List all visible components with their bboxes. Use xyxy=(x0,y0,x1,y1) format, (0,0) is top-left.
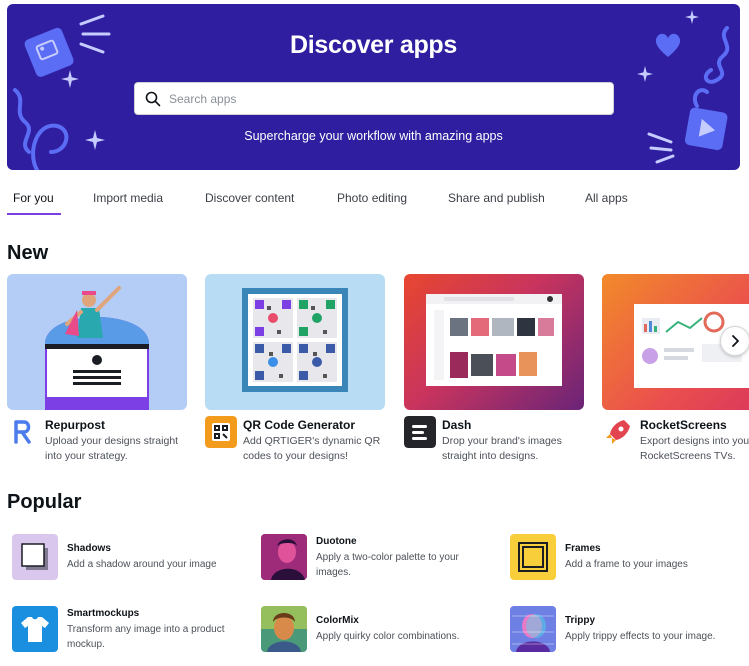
app-description: Add a frame to your images xyxy=(565,559,688,570)
app-description: Export designs into your RocketScreens T… xyxy=(640,435,749,462)
app-item-trippy[interactable]: Trippy Apply trippy effects to your imag… xyxy=(510,606,745,654)
app-name: Shadows xyxy=(67,543,111,554)
app-card-repurpost[interactable]: Repurpost Upload your designs straight i… xyxy=(7,274,187,469)
app-thumbnail xyxy=(205,274,385,410)
app-name: QR Code Generator xyxy=(243,418,356,432)
trippy-thumbnail xyxy=(510,606,556,652)
page-title: Discover apps xyxy=(289,31,457,59)
repurpost-logo xyxy=(7,416,39,448)
app-name: RocketScreens xyxy=(640,418,727,432)
app-item-frames[interactable]: Frames Add a frame to your images xyxy=(510,534,745,582)
sparkle-icon xyxy=(61,70,79,88)
app-name: Frames xyxy=(565,543,601,554)
app-name: Repurpost xyxy=(45,418,105,432)
carousel-next-button[interactable] xyxy=(720,326,749,356)
shadows-icon xyxy=(12,534,58,580)
tab-discover-content[interactable]: Discover content xyxy=(205,186,294,215)
search-input[interactable] xyxy=(169,83,599,114)
app-description: Apply quirky color combinations. xyxy=(316,631,460,642)
tshirt-icon xyxy=(12,606,58,652)
app-item-colormix[interactable]: ColorMix Apply quirky color combinations… xyxy=(261,606,496,654)
app-description: Add QRTIGER's dynamic QR codes to your d… xyxy=(243,435,381,462)
sparkle-icon xyxy=(685,10,699,24)
squiggle-icon xyxy=(13,88,69,170)
hero-banner: Discover apps Supercharge your workflow … xyxy=(7,4,740,170)
section-title-popular: Popular xyxy=(7,491,82,513)
app-name: ColorMix xyxy=(316,615,359,626)
app-description: Add a shadow around your image xyxy=(67,559,217,570)
app-name: Smartmockups xyxy=(67,608,140,619)
app-item-shadows[interactable]: Shadows Add a shadow around your image xyxy=(12,534,247,582)
rocket-logo xyxy=(602,416,634,448)
search-bar[interactable] xyxy=(134,82,614,115)
app-card-rocketscreens[interactable]: RocketScreens Export designs into your R… xyxy=(602,274,749,469)
search-icon xyxy=(145,91,161,107)
frames-icon xyxy=(510,534,556,580)
app-thumbnail xyxy=(404,274,584,410)
app-item-smartmockups[interactable]: Smartmockups Transform any image into a … xyxy=(12,606,247,654)
tab-all-apps[interactable]: All apps xyxy=(585,186,628,215)
app-name: Dash xyxy=(442,418,472,432)
tab-for-you[interactable]: For you xyxy=(7,186,61,215)
app-item-duotone[interactable]: Duotone Apply a two-color palette to you… xyxy=(261,534,496,582)
section-title-new: New xyxy=(7,242,49,264)
app-card-qr-code-generator[interactable]: QR Code Generator Add QRTIGER's dynamic … xyxy=(205,274,385,469)
app-name: Trippy xyxy=(565,615,596,626)
app-description: Transform any image into a product mocku… xyxy=(67,624,225,650)
app-description: Upload your designs straight into your s… xyxy=(45,435,179,462)
app-description: Apply trippy effects to your image. xyxy=(565,631,716,642)
duotone-thumbnail xyxy=(261,534,307,580)
app-thumbnail xyxy=(7,274,187,410)
chevron-right-icon xyxy=(732,335,739,347)
app-description: Apply a two-color palette to your images… xyxy=(316,552,459,578)
tab-share-and-publish[interactable]: Share and publish xyxy=(448,186,545,215)
hero-subtitle: Supercharge your workflow with amazing a… xyxy=(244,129,503,143)
tab-photo-editing[interactable]: Photo editing xyxy=(337,186,407,215)
app-card-dash[interactable]: Dash Drop your brand's images straight i… xyxy=(404,274,584,469)
app-name: Duotone xyxy=(316,536,357,547)
app-description: Drop your brand's images straight into d… xyxy=(442,435,562,462)
dash-logo xyxy=(404,416,436,448)
colormix-thumbnail xyxy=(261,606,307,652)
tab-import-media[interactable]: Import media xyxy=(93,186,163,215)
qrtiger-logo xyxy=(205,416,237,448)
sparkle-icon xyxy=(637,66,653,82)
